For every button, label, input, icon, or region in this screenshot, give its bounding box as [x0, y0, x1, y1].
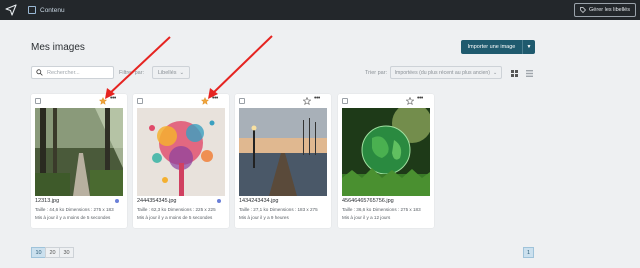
import-image-label: Importer une image — [461, 40, 523, 54]
nav-content[interactable]: Contenu — [28, 4, 65, 16]
filter-select[interactable]: Libellés ⌄ — [152, 66, 190, 79]
search-input[interactable] — [47, 69, 109, 76]
image-updated: Mis à jour il y a 9 heures — [239, 215, 289, 220]
more-options-icon[interactable]: ••• — [212, 95, 218, 102]
grid-view-icon[interactable] — [511, 70, 518, 77]
tag-icon — [580, 7, 587, 13]
star-outline-icon[interactable] — [406, 97, 414, 105]
image-thumbnail[interactable] — [342, 108, 430, 196]
chevron-down-icon: ⌄ — [179, 69, 185, 76]
page-size-option[interactable]: 20 — [45, 247, 60, 258]
more-options-icon[interactable]: ••• — [417, 95, 423, 102]
sort-value: Importées (du plus récent au plus ancien… — [394, 69, 491, 76]
import-image-button[interactable]: Importer une image ▼ — [461, 40, 535, 54]
image-card[interactable]: ••• 45646465765756.jpg Taille : 36,6 ko … — [338, 94, 434, 228]
page-number[interactable]: 1 — [523, 247, 534, 258]
more-options-icon[interactable]: ••• — [314, 95, 320, 102]
page-title: Mes images — [31, 42, 85, 53]
image-meta: Taille : 62,3 ko Dimensions : 225 x 225 — [137, 207, 216, 212]
more-options-icon[interactable]: ••• — [110, 95, 116, 102]
page-size-selector: 10 20 30 — [31, 247, 74, 258]
search-box[interactable] — [31, 66, 114, 79]
search-icon — [36, 69, 43, 76]
manage-tags-button[interactable]: Gérer les libellés — [574, 3, 636, 17]
image-thumbnail[interactable] — [35, 108, 123, 196]
content-icon — [28, 6, 36, 14]
filter-label: Filtrer par: — [119, 70, 145, 76]
page-size-option[interactable]: 30 — [59, 247, 74, 258]
star-icon[interactable] — [201, 97, 209, 105]
image-thumbnail[interactable] — [239, 108, 327, 196]
status-dot — [217, 199, 221, 203]
select-checkbox[interactable] — [35, 98, 41, 104]
image-meta: Taille : 36,6 ko Dimensions : 275 x 183 — [342, 207, 421, 212]
filter-value: Libellés — [157, 69, 177, 76]
page-size-option[interactable]: 10 — [31, 247, 46, 258]
select-checkbox[interactable] — [342, 98, 348, 104]
image-updated: Mis à jour il y a 12 jours — [342, 215, 391, 220]
image-card[interactable]: ••• 1434243434.jpg Taille : 27,1 ko Dime… — [235, 94, 331, 228]
image-filename: 1434243434.jpg — [239, 198, 279, 204]
image-updated: Mis à jour il y a moins de 5 secondes — [35, 215, 111, 220]
select-checkbox[interactable] — [137, 98, 143, 104]
image-card[interactable]: ••• 2444354345.jpg Taille : 62,3 ko Dime… — [133, 94, 229, 228]
import-dropdown-toggle[interactable]: ▼ — [523, 40, 535, 54]
nav-content-label: Contenu — [40, 6, 65, 14]
chevron-down-icon: ⌄ — [493, 69, 498, 76]
paper-plane-icon[interactable] — [5, 4, 17, 16]
top-bar: Contenu Gérer les libellés — [0, 0, 640, 20]
list-view-icon[interactable] — [526, 70, 533, 77]
image-meta: Taille : 27,1 ko Dimensions : 183 x 275 — [239, 207, 318, 212]
image-meta: Taille : 44,6 ko Dimensions : 275 x 183 — [35, 207, 114, 212]
sort-select[interactable]: Importées (du plus récent au plus ancien… — [390, 66, 502, 79]
image-thumbnail[interactable] — [137, 108, 225, 196]
caret-down-icon: ▼ — [526, 44, 532, 50]
image-updated: Mis à jour il y a moins de 5 secondes — [137, 215, 213, 220]
annotation-arrow — [208, 35, 273, 99]
sort-label: Trier par: — [365, 70, 388, 76]
select-checkbox[interactable] — [239, 98, 245, 104]
status-dot — [115, 199, 119, 203]
image-filename: 12313.jpg — [35, 198, 60, 204]
star-icon[interactable] — [99, 97, 107, 105]
image-card[interactable]: ••• 12313.jpg Taille : 44,6 ko Dimension… — [31, 94, 127, 228]
manage-tags-label: Gérer les libellés — [589, 7, 630, 13]
image-filename: 2444354345.jpg — [137, 198, 177, 204]
star-outline-icon[interactable] — [303, 97, 311, 105]
image-filename: 45646465765756.jpg — [342, 198, 394, 204]
